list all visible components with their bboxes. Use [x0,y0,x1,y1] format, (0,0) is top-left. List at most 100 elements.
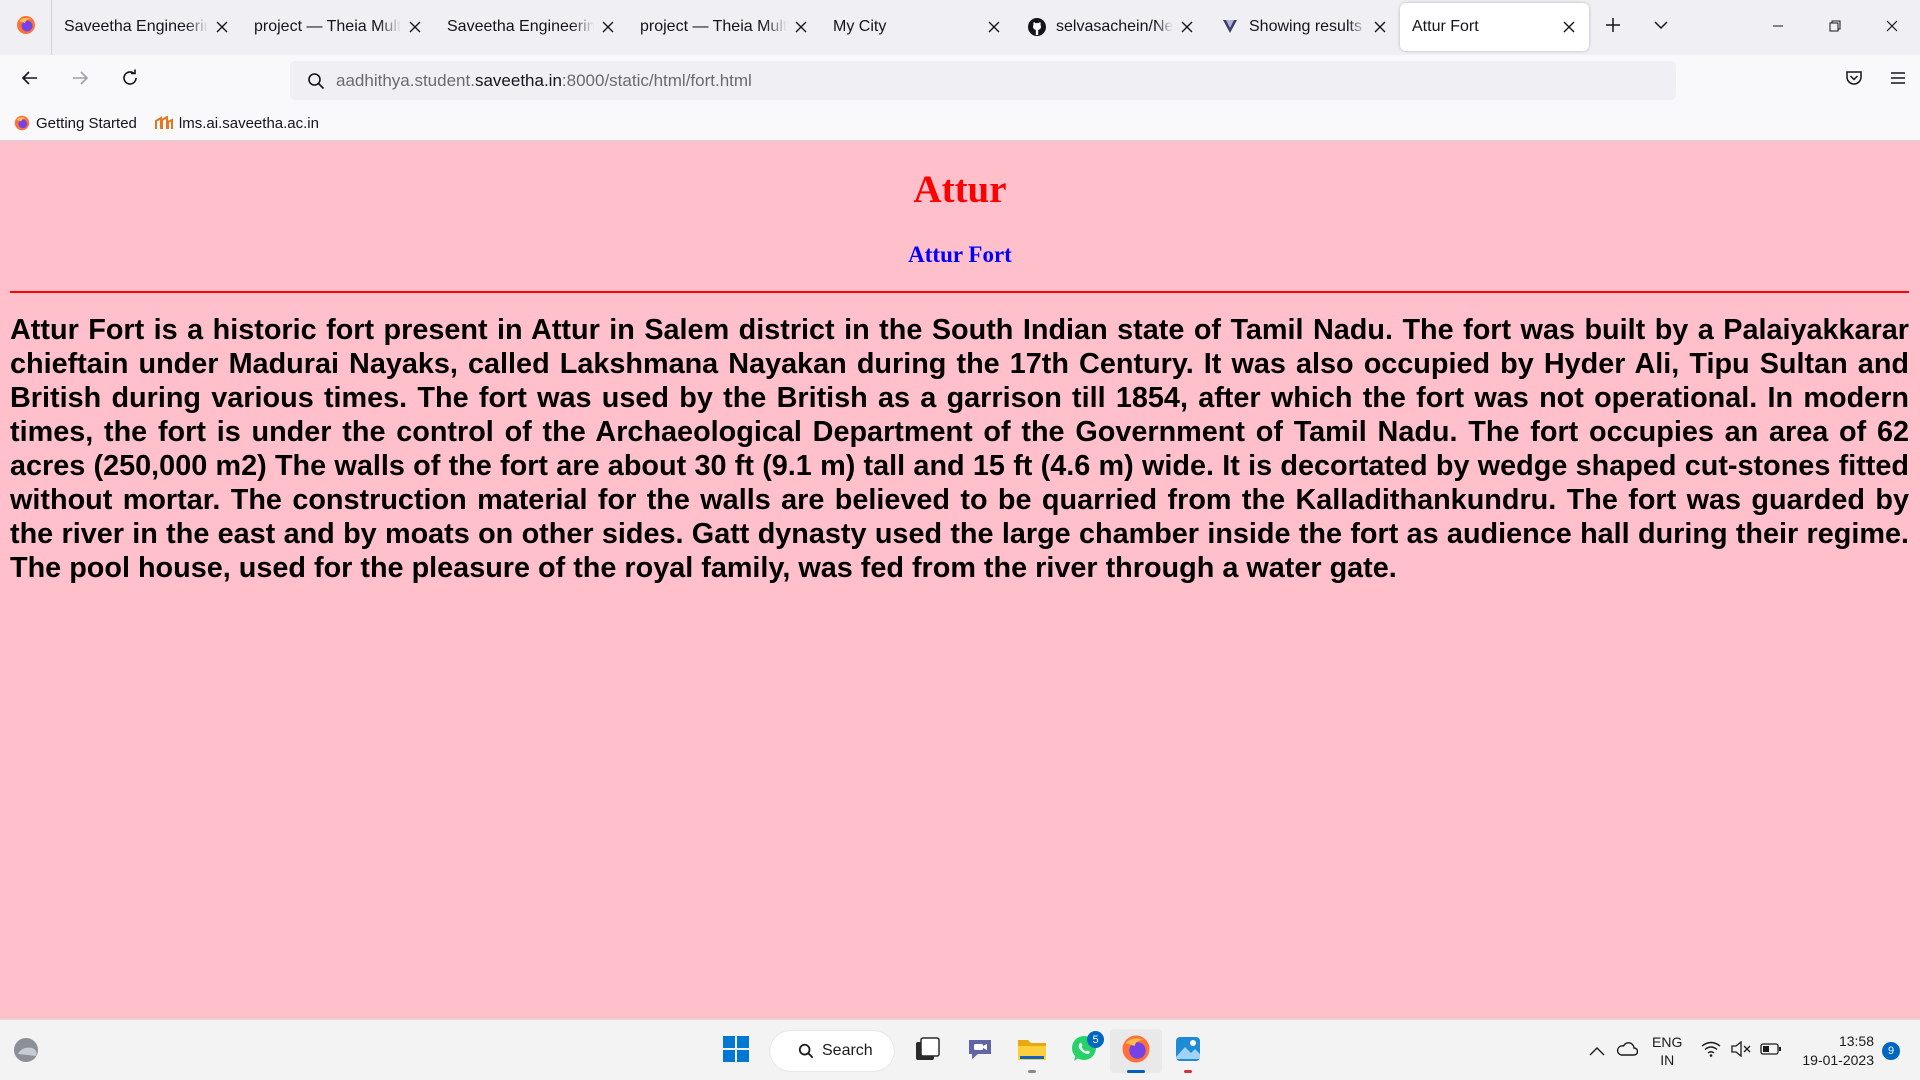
bookmarks-toolbar: Getting Started lms.ai.saveetha.ac.in [0,106,1920,141]
folder-icon [1017,1036,1047,1067]
restore-icon [1829,19,1841,37]
photos-icon [1174,1035,1202,1068]
fort-description: Attur Fort is a historic fort present in… [10,314,1909,584]
onedrive-button[interactable] [1612,1041,1642,1060]
bookmark-label: lms.ai.saveetha.ac.in [178,114,319,132]
tab-label: selvasachein/Near [1056,18,1173,35]
new-tab-button[interactable] [1589,3,1637,51]
weather-icon [12,1038,42,1068]
close-icon[interactable] [212,17,232,37]
battery-icon [1760,1042,1782,1059]
forward-button[interactable] [60,61,100,101]
language-code: ENG [1652,1033,1683,1050]
app-menu-button[interactable] [1876,60,1920,100]
url-bar[interactable]: aadhithya.student. saveetha.in:8000/stati… [290,61,1676,100]
close-icon[interactable] [405,17,425,37]
tab-label: Saveetha Engineering [64,18,208,35]
close-icon[interactable] [1559,17,1579,37]
clock-date: 19-01-2023 [1802,1051,1874,1068]
tab-3[interactable]: project — Theia Multi- [628,3,821,51]
url-suffix: :8000/static/html/fort.html [561,70,752,90]
whatsapp-button[interactable]: 5 [1058,1029,1110,1073]
arrow-left-icon [21,69,39,92]
pocket-button[interactable] [1832,60,1876,100]
search-icon [798,1043,814,1059]
search-results-icon [1219,16,1241,38]
file-explorer-button[interactable] [1006,1029,1058,1073]
bookmark-lms[interactable]: lms.ai.saveetha.ac.in [154,114,319,132]
battery-button[interactable] [1756,1042,1786,1059]
close-window-button[interactable] [1863,0,1920,55]
taskbar-search[interactable]: Search [770,1031,894,1071]
divider [10,291,1909,293]
page-heading: Attur [913,168,1007,211]
search-label: Search [822,1042,873,1059]
close-icon[interactable] [984,17,1004,37]
clock-button[interactable]: 13:58 19-01-2023 [1802,1032,1874,1070]
tab-4[interactable]: My City [821,3,1014,51]
photos-button[interactable] [1162,1029,1214,1073]
tab-label: project — Theia Multi- [254,18,401,35]
window-controls [1749,0,1920,55]
wifi-icon [1701,1041,1721,1060]
bookmark-getting-started[interactable]: Getting Started [14,115,137,132]
tab-2[interactable]: Saveetha Engineering [435,3,628,51]
close-icon[interactable] [791,17,811,37]
close-icon[interactable] [1370,17,1390,37]
tab-label: project — Theia Multi- [640,18,787,35]
minimize-button[interactable] [1749,0,1806,55]
teams-chat-button[interactable] [954,1029,1006,1073]
github-icon [1026,16,1048,38]
tab-6[interactable]: Showing results fo [1207,3,1400,51]
tab-label: My City [833,18,887,35]
list-all-tabs-button[interactable] [1637,3,1685,51]
tab-label: Attur Fort [1412,18,1479,35]
arrow-right-icon [71,69,89,92]
firefox-icon [16,15,36,40]
chevron-down-icon [1653,17,1669,38]
close-icon[interactable] [598,17,618,37]
show-hidden-icons-button[interactable] [1582,1043,1612,1059]
chat-icon [966,1036,994,1067]
close-icon[interactable] [1177,17,1197,37]
widgets-button[interactable] [12,1036,42,1069]
task-view-icon [915,1036,941,1066]
taskbar: Search 5 ENG IN 13:58 19-01-2023 9 [0,1019,1920,1080]
bookmark-label: Getting Started [36,114,137,132]
windows-icon [722,1035,750,1068]
tab-1[interactable]: project — Theia Multi- [242,3,435,51]
restore-button[interactable] [1806,0,1863,55]
firefox-icon [14,115,30,131]
hamburger-menu-icon [1889,69,1907,92]
firefox-view-button[interactable] [0,0,52,55]
task-view-button[interactable] [902,1029,954,1073]
search-icon [296,72,336,90]
lms-icon [154,116,173,130]
minimize-icon [1772,19,1784,37]
chevron-up-icon [1589,1043,1605,1059]
reload-button[interactable] [110,61,150,101]
tab-5[interactable]: selvasachein/Near [1014,3,1207,51]
firefox-icon [1121,1034,1151,1069]
notification-badge[interactable]: 9 [1882,1041,1900,1060]
volume-button[interactable] [1726,1040,1756,1060]
url-prefix: aadhithya.student. [336,70,475,90]
cloud-icon [1616,1041,1639,1060]
tab-label: Showing results fo [1249,18,1366,35]
speaker-muted-icon [1731,1040,1751,1060]
unread-badge: 5 [1087,1031,1104,1048]
close-icon [1886,19,1898,37]
navigation-toolbar: aadhithya.student. saveetha.in:8000/stati… [0,55,1920,106]
input-language-button[interactable]: ENG IN [1652,1033,1682,1069]
language-region: IN [1660,1051,1675,1068]
network-button[interactable] [1696,1041,1726,1060]
tab-7-active[interactable]: Attur Fort [1400,3,1589,51]
tab-label: Saveetha Engineering [447,18,594,35]
tab-0[interactable]: Saveetha Engineering [52,3,242,51]
tab-strip: Saveetha Engineering project — Theia Mul… [0,0,1920,55]
back-button[interactable] [10,61,50,101]
page-content: Attur Attur Fort Attur Fort is a histori… [0,141,1920,1019]
start-button[interactable] [710,1029,762,1073]
url-host: saveetha.in [474,70,562,90]
firefox-taskbar-button[interactable] [1110,1029,1162,1073]
